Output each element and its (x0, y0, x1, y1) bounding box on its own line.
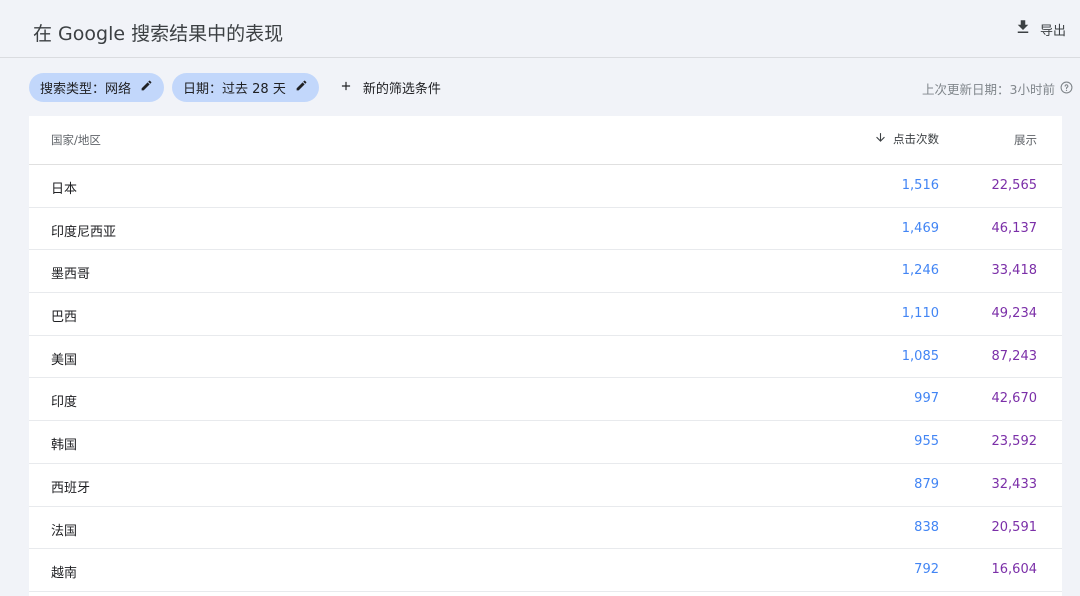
table-header: 国家/地区 点击次数 展示 (29, 116, 1062, 165)
cell-impressions: 16,604 (991, 562, 1038, 578)
cell-country: 美国 (51, 352, 78, 368)
edit-icon (295, 79, 308, 96)
search-type-filter-label: 搜索类型：网络 (40, 82, 132, 97)
cell-impressions: 46,137 (991, 220, 1038, 236)
cell-impressions: 32,433 (991, 476, 1038, 492)
table-row[interactable]: 法国 838 20,591 (29, 507, 1062, 550)
cell-impressions: 20,591 (991, 519, 1038, 535)
cell-impressions: 87,243 (991, 348, 1038, 364)
cell-country: 墨西哥 (51, 267, 91, 283)
table-body: 日本 1,516 22,565 印度尼西亚 1,469 46,137 墨西哥 1… (29, 165, 1062, 592)
column-header-country[interactable]: 国家/地区 (51, 132, 101, 148)
table-row[interactable]: 印度 997 42,670 (29, 378, 1062, 422)
add-filter-label: 新的筛选条件 (362, 82, 441, 97)
cell-clicks: 1,469 (901, 220, 939, 236)
cell-clicks: 997 (914, 391, 939, 407)
column-header-clicks[interactable]: 点击次数 (874, 131, 939, 147)
date-filter-chip[interactable]: 日期：过去 28 天 (172, 73, 319, 102)
table-row[interactable]: 越南 792 16,604 (29, 549, 1062, 592)
country-table: 国家/地区 点击次数 展示 日本 1,516 22,565 印度尼西亚 1,46… (29, 116, 1062, 596)
cell-clicks: 955 (914, 434, 939, 450)
column-header-impressions[interactable]: 展示 (1014, 132, 1037, 148)
table-row[interactable]: 美国 1,085 87,243 (29, 336, 1062, 379)
help-icon[interactable] (1060, 81, 1073, 97)
table-row[interactable]: 西班牙 879 32,433 (29, 464, 1062, 507)
cell-country: 日本 (51, 182, 78, 197)
cell-country: 印度 (51, 395, 78, 411)
cell-country: 西班牙 (51, 480, 91, 496)
table-row[interactable]: 韩国 955 23,592 (29, 421, 1062, 464)
download-icon (1014, 18, 1032, 40)
export-button[interactable]: 导出 (1014, 18, 1066, 40)
date-filter-label: 日期：过去 28 天 (183, 82, 286, 97)
cell-impressions: 42,670 (991, 391, 1038, 407)
cell-country: 法国 (51, 523, 78, 539)
cell-clicks: 1,085 (901, 348, 939, 364)
table-row[interactable]: 印度尼西亚 1,469 46,137 (29, 208, 1062, 251)
add-filter-button[interactable]: 新的筛选条件 (339, 78, 441, 97)
cell-clicks: 1,246 (901, 263, 939, 279)
cell-country: 越南 (51, 566, 78, 582)
last-updated: 上次更新日期：3小时前 (922, 79, 1073, 98)
cell-country: 韩国 (51, 438, 78, 454)
search-type-filter-chip[interactable]: 搜索类型：网络 (29, 73, 165, 102)
cell-clicks: 838 (914, 519, 939, 535)
cell-clicks: 879 (914, 476, 939, 492)
cell-impressions: 33,418 (991, 263, 1038, 279)
plus-icon (339, 79, 353, 97)
cell-impressions: 23,592 (991, 434, 1038, 450)
last-updated-text: 上次更新日期：3小时前 (922, 82, 1055, 97)
cell-country: 巴西 (51, 310, 78, 326)
cell-impressions: 22,565 (991, 178, 1038, 193)
export-label: 导出 (1039, 23, 1066, 39)
page-header: 在 Google 搜索结果中的表现 导出 (0, 0, 1080, 58)
cell-clicks: 792 (914, 562, 939, 578)
table-row[interactable]: 巴西 1,110 49,234 (29, 293, 1062, 336)
cell-clicks: 1,516 (901, 178, 939, 193)
table-row[interactable]: 墨西哥 1,246 33,418 (29, 250, 1062, 294)
column-header-clicks-label: 点击次数 (893, 132, 939, 146)
cell-clicks: 1,110 (901, 306, 939, 322)
table-row[interactable]: 日本 1,516 22,565 (29, 165, 1062, 208)
cell-country: 印度尼西亚 (51, 224, 117, 240)
filter-bar: 搜索类型：网络 日期：过去 28 天 新的筛选条件 (29, 73, 441, 102)
page-title: 在 Google 搜索结果中的表现 (33, 23, 284, 45)
arrow-down-icon (874, 131, 887, 147)
edit-icon (140, 79, 153, 96)
cell-impressions: 49,234 (991, 306, 1038, 322)
